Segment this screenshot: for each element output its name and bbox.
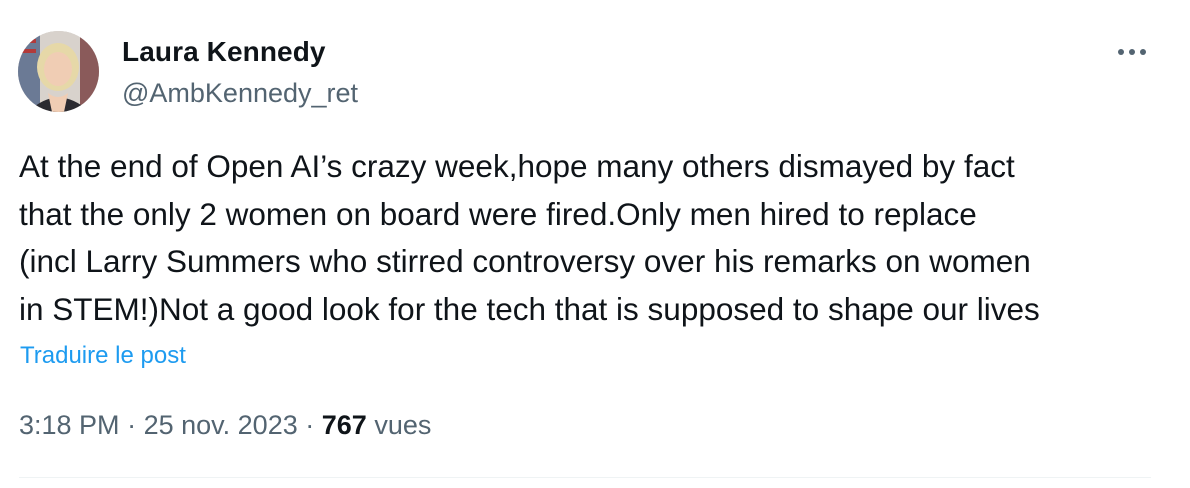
views-count: 767 xyxy=(321,410,367,440)
translate-post-link[interactable]: Traduire le post xyxy=(20,340,186,372)
tweet-text-line: (incl Larry Summers who stirred controve… xyxy=(19,243,1031,279)
author-handle[interactable]: @AmbKennedy_ret xyxy=(122,76,358,110)
more-horizontal-icon xyxy=(1118,49,1146,55)
views-label: vues xyxy=(374,410,432,440)
post-date[interactable]: 25 nov. 2023 xyxy=(144,410,298,440)
post-time[interactable]: 3:18 PM xyxy=(19,410,120,440)
tweet-card: Laura Kennedy @AmbKennedy_ret At the end… xyxy=(0,0,1190,488)
tweet-text-line: At the end of Open AI’s crazy week,hope … xyxy=(19,148,1015,184)
divider xyxy=(19,477,1151,478)
tweet-text: At the end of Open AI’s crazy week,hope … xyxy=(19,143,1169,333)
more-options-button[interactable] xyxy=(1112,36,1152,68)
tweet-metadata: 3:18 PM · 25 nov. 2023 · 767 vues xyxy=(19,407,431,443)
meta-separator: · xyxy=(127,410,137,440)
author-name[interactable]: Laura Kennedy xyxy=(122,34,326,70)
meta-separator: · xyxy=(305,410,315,440)
tweet-text-line: in STEM!)Not a good look for the tech th… xyxy=(19,290,1040,327)
tweet-text-line: that the only 2 women on board were fire… xyxy=(19,195,977,232)
avatar[interactable] xyxy=(18,31,99,112)
avatar-image xyxy=(18,31,99,112)
